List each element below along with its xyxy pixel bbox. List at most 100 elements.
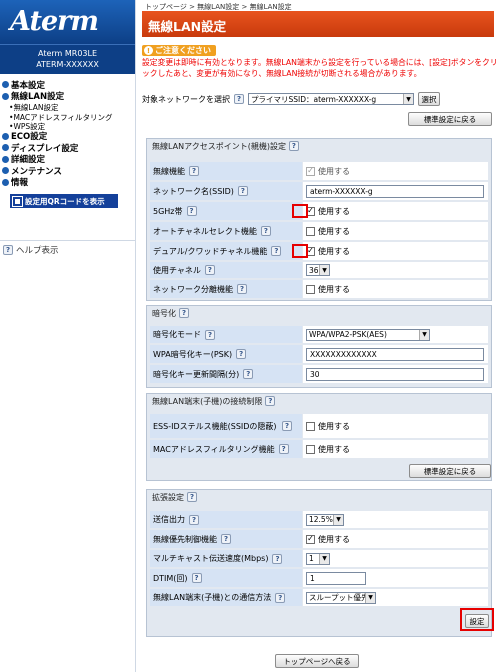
help-icon[interactable]: ?	[282, 421, 292, 431]
stealth-checkbox[interactable]	[306, 421, 315, 431]
highlight-5ghz	[292, 204, 308, 218]
sidebar-item-maintenance[interactable]: メンテナンス	[0, 165, 135, 177]
setting-row-multicast: マルチキャスト伝送速度(Mbps)? 1 ▼	[150, 550, 488, 567]
help-icon[interactable]: ?	[179, 308, 189, 318]
bullet-icon	[2, 167, 9, 175]
ap-settings-panel: 無線LANアクセスポイント(親機)設定? 無線機能? ✓ 使用する ネットワーク名…	[146, 138, 492, 301]
setting-row-5ghz: 5GHz帯? ✓ 使用する	[150, 202, 488, 220]
setting-row-wireless: 無線機能? ✓ 使用する	[150, 162, 488, 180]
help-link[interactable]: ? ヘルプ表示	[0, 240, 136, 256]
sidebar-item-basic[interactable]: 基本設定	[0, 79, 135, 91]
section-title: 無線LAN端末(子機)の接続制限?	[147, 394, 491, 408]
help-icon[interactable]: ?	[236, 349, 247, 359]
help-icon[interactable]: ?	[271, 246, 282, 256]
sidebar-subitem-mac-filter[interactable]: •MACアドレスフィルタリング	[0, 112, 135, 122]
caution-text: 設定変更は即時に有効となります。無線LAN端末から設定を行っている場合には、[設…	[142, 58, 498, 78]
sidebar: Aterm Aterm MR03LE ATERM-XXXXXX 基本設定 無線L…	[0, 0, 136, 672]
help-icon[interactable]: ?	[189, 514, 199, 525]
target-network-select[interactable]: プライマリSSID：aterm-XXXXXX-g ▼	[248, 93, 414, 105]
caution-badge: ! ご注意ください	[142, 45, 216, 56]
channel-select[interactable]: 36 ▼	[306, 264, 330, 276]
select-network-button[interactable]: 選択	[418, 92, 440, 106]
auto-channel-checkbox[interactable]	[306, 226, 315, 236]
target-network-label: 対象ネットワークを選択	[142, 94, 230, 104]
setting-row-network-separation: ネットワーク分離機能? 使用する	[150, 280, 488, 298]
bullet-icon	[2, 132, 9, 140]
bullet-icon	[2, 144, 9, 152]
chevron-down-icon: ▼	[319, 265, 329, 275]
bullet-icon	[2, 178, 9, 186]
help-icon[interactable]: ?	[189, 166, 199, 176]
exclamation-icon: !	[144, 46, 153, 55]
help-icon[interactable]: ?	[272, 553, 283, 564]
chevron-down-icon: ▼	[419, 329, 429, 340]
wireless-checkbox[interactable]: ✓	[306, 166, 315, 176]
help-icon[interactable]: ?	[234, 94, 244, 104]
help-icon[interactable]: ?	[237, 186, 248, 196]
help-icon[interactable]: ?	[237, 284, 247, 294]
help-icon[interactable]: ?	[205, 329, 215, 340]
setting-row-ssid: ネットワーク名(SSID)? aterm-XXXXXX-g	[150, 182, 488, 200]
device-model-box: Aterm MR03LE ATERM-XXXXXX	[0, 44, 135, 74]
help-icon[interactable]: ?	[191, 573, 202, 583]
aterm-logo: Aterm	[0, 0, 135, 44]
help-icon[interactable]: ?	[186, 206, 197, 216]
help-icon[interactable]: ?	[288, 141, 299, 151]
sidebar-item-advanced[interactable]: 詳細設定	[0, 154, 135, 165]
help-icon[interactable]: ?	[260, 226, 271, 236]
help-icon[interactable]: ?	[243, 369, 254, 379]
ssid-input[interactable]: aterm-XXXXXX-g	[306, 184, 484, 198]
psk-input[interactable]: XXXXXXXXXXXXX	[306, 347, 484, 361]
key-interval-input[interactable]: 30	[306, 367, 484, 381]
tx-power-select[interactable]: 12.5% ▼	[306, 513, 344, 526]
help-icon[interactable]: ?	[187, 492, 197, 502]
help-icon[interactable]: ?	[265, 396, 276, 406]
encryption-mode-select[interactable]: WPA/WPA2-PSK(AES) ▼	[306, 328, 430, 341]
multicast-rate-select[interactable]: 1 ▼	[306, 552, 330, 565]
reset-default-button[interactable]: 標準設定に戻る	[408, 112, 492, 126]
help-icon[interactable]: ?	[278, 444, 289, 454]
sidebar-item-display[interactable]: ディスプレイ設定	[0, 142, 135, 154]
setting-row-priority: 無線優先制御機能? ✓ 使用する	[150, 530, 488, 548]
setting-row-tx-power: 送信出力? 12.5% ▼	[150, 511, 488, 528]
setting-row-auto-channel: オートチャネルセレクト機能? 使用する	[150, 222, 488, 240]
breadcrumb: トップページ > 無線LAN設定 > 無線LAN設定	[145, 3, 292, 11]
extended-settings-panel: 拡張設定? 送信出力? 12.5% ▼ 無線優先制御機能? ✓ 使用する マルチキャ…	[146, 489, 492, 637]
help-icon: ?	[3, 245, 13, 255]
encryption-panel: 暗号化? 暗号化モード? WPA/WPA2-PSK(AES) ▼ WPA暗号化キー…	[146, 305, 492, 388]
sidebar-item-eco[interactable]: ECO設定	[0, 131, 135, 142]
priority-checkbox[interactable]: ✓	[306, 534, 315, 544]
qr-code-button[interactable]: 設定用QRコードを表示	[10, 194, 118, 208]
chevron-down-icon: ▼	[333, 514, 343, 525]
chevron-down-icon: ▼	[319, 553, 329, 564]
dtim-input[interactable]: 1	[306, 571, 366, 585]
bullet-icon	[2, 155, 9, 163]
model-name: Aterm MR03LE	[37, 49, 98, 58]
page-title: 無線LAN設定	[142, 11, 494, 37]
help-icon[interactable]: ?	[204, 265, 215, 275]
sidebar-subitem-wps[interactable]: •WPS設定	[0, 121, 135, 131]
sidebar-nav: 基本設定 無線LAN設定 •無線LAN設定 •MACアドレスフィルタリング •W…	[0, 74, 135, 188]
connection-limit-panel: 無線LAN端末(子機)の接続制限? ESS-IDステルス機能(SSIDの隠蔽)?…	[146, 393, 492, 481]
setting-row-dual-channel: デュアル/クワッドチャネル機能? ✓ 使用する	[150, 242, 488, 260]
setting-row-stealth: ESS-IDステルス機能(SSIDの隠蔽)? 使用する	[150, 414, 488, 438]
main-content: トップページ > 無線LAN設定 > 無線LAN設定 無線LAN設定 ! ご注意く…	[136, 0, 500, 672]
qr-code-icon	[12, 195, 23, 207]
bullet-icon	[2, 81, 9, 89]
section-title: 暗号化?	[147, 306, 491, 320]
mac-filter-checkbox[interactable]	[306, 444, 315, 454]
comm-method-select[interactable]: スループット優先 ▼	[306, 591, 376, 604]
highlight-dual-channel	[292, 244, 308, 258]
setting-row-channel: 使用チャネル? 36 ▼	[150, 262, 488, 278]
network-separation-checkbox[interactable]	[306, 284, 315, 294]
sidebar-item-wireless[interactable]: 無線LAN設定	[0, 91, 135, 102]
help-icon[interactable]: ?	[221, 534, 231, 544]
sidebar-subitem-wireless-settings[interactable]: •無線LAN設定	[0, 102, 135, 112]
highlight-apply	[460, 608, 494, 631]
help-icon[interactable]: ?	[275, 592, 286, 603]
setting-row-comm-method: 無線LAN端末(子機)との通信方法? スループット優先 ▼	[150, 589, 488, 606]
sidebar-item-info[interactable]: 情報	[0, 177, 135, 188]
device-id: ATERM-XXXXXX	[36, 60, 99, 69]
reset-default-button-2[interactable]: 標準設定に戻る	[409, 464, 491, 478]
back-to-top-button[interactable]: トップページへ戻る	[275, 654, 359, 668]
